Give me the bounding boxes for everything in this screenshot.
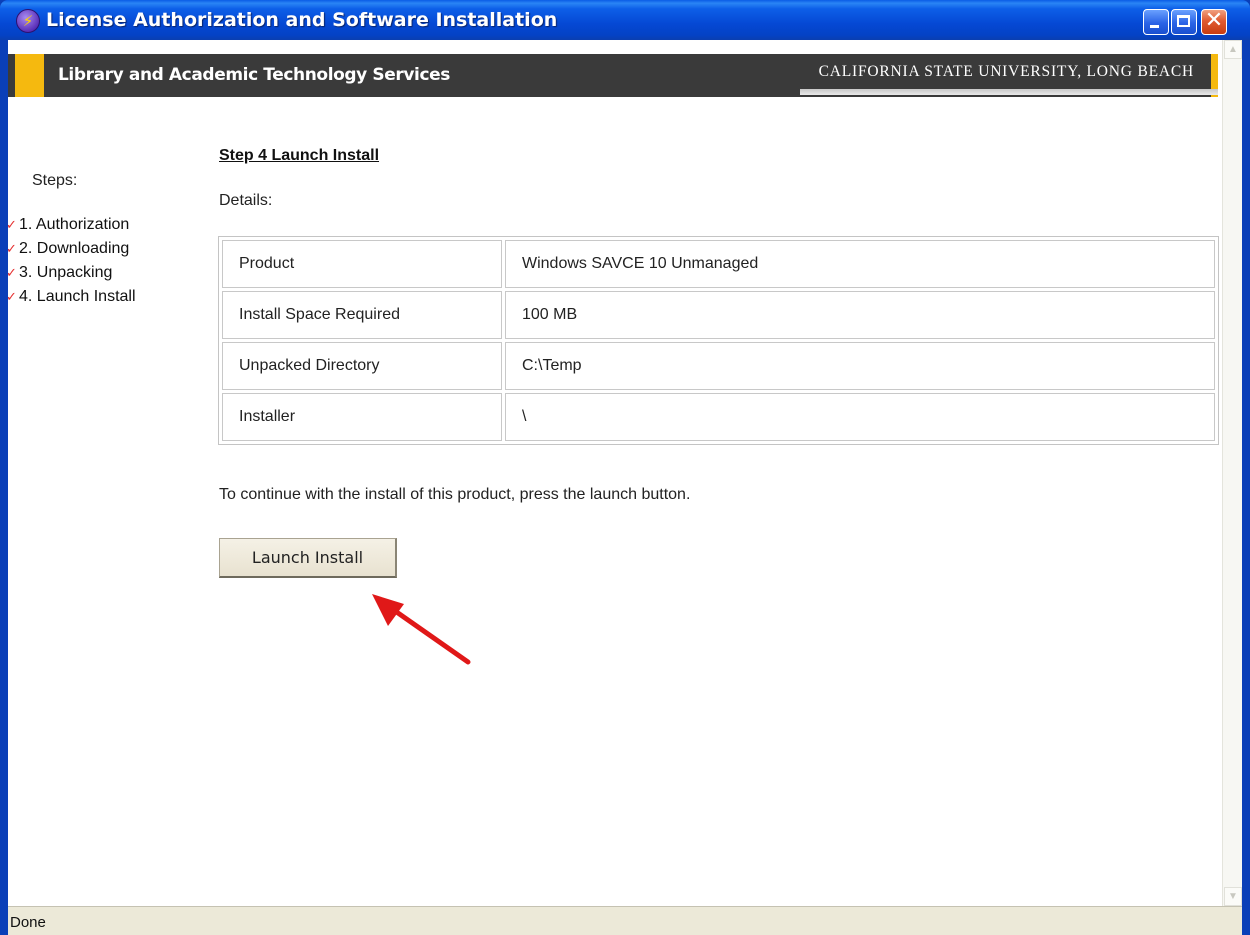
maximize-button[interactable] <box>1171 9 1197 35</box>
window-title-bar[interactable]: ⚡ License Authorization and Software Ins… <box>0 0 1250 40</box>
annotation-arrow-icon <box>372 594 471 665</box>
step-label: 3. Unpacking <box>19 264 113 281</box>
table-row: Unpacked Directory C:\Temp <box>222 342 1215 390</box>
content-area: Library and Academic Technology Services… <box>8 40 1242 906</box>
close-icon: ✕ <box>1204 8 1224 33</box>
launch-install-button[interactable]: Launch Install <box>219 538 397 578</box>
banner-university: CALIFORNIA STATE UNIVERSITY, LONG BEACH <box>818 63 1194 80</box>
detail-key: Install Space Required <box>222 291 502 339</box>
detail-key: Installer <box>222 393 502 441</box>
detail-key: Product <box>222 240 502 288</box>
detail-value: C:\Temp <box>505 342 1215 390</box>
banner-stripe <box>800 89 1218 95</box>
scroll-down-button[interactable]: ▼ <box>1224 887 1242 906</box>
banner-accent-left <box>15 54 44 97</box>
close-button[interactable]: ✕ <box>1201 8 1227 35</box>
table-row: Product Windows SAVCE 10 Unmanaged <box>222 240 1215 288</box>
step-title: Step 4 Launch Install <box>219 147 380 164</box>
step-label: 2. Downloading <box>19 240 130 257</box>
minimize-icon <box>1150 25 1159 28</box>
instruction-text: To continue with the install of this pro… <box>219 486 691 503</box>
lightning-icon: ⚡ <box>16 9 40 33</box>
step-label: 4. Launch Install <box>19 288 136 305</box>
details-table: Product Windows SAVCE 10 Unmanaged Insta… <box>218 236 1219 445</box>
checkmark-icon: ✓ <box>8 242 17 257</box>
checkmark-icon: ✓ <box>8 266 17 281</box>
window-title: License Authorization and Software Insta… <box>46 9 558 31</box>
detail-value: 100 MB <box>505 291 1215 339</box>
step-label: 1. Authorization <box>19 216 130 233</box>
table-row: Installer \ <box>222 393 1215 441</box>
steps-label: Steps: <box>32 172 78 189</box>
detail-value: \ <box>505 393 1215 441</box>
status-bar: Done <box>8 906 1242 935</box>
checkmark-icon: ✓ <box>8 290 17 305</box>
scroll-up-button[interactable]: ▲ <box>1224 40 1242 59</box>
minimize-button[interactable] <box>1143 9 1169 35</box>
banner-department: Library and Academic Technology Services <box>58 65 450 85</box>
details-label: Details: <box>219 192 273 209</box>
detail-value: Windows SAVCE 10 Unmanaged <box>505 240 1215 288</box>
vertical-scrollbar[interactable]: ▲ ▼ <box>1222 40 1242 906</box>
maximize-icon <box>1177 15 1190 27</box>
checkmark-icon: ✓ <box>8 218 17 233</box>
table-row: Install Space Required 100 MB <box>222 291 1215 339</box>
detail-key: Unpacked Directory <box>222 342 502 390</box>
status-text: Done <box>10 914 46 931</box>
